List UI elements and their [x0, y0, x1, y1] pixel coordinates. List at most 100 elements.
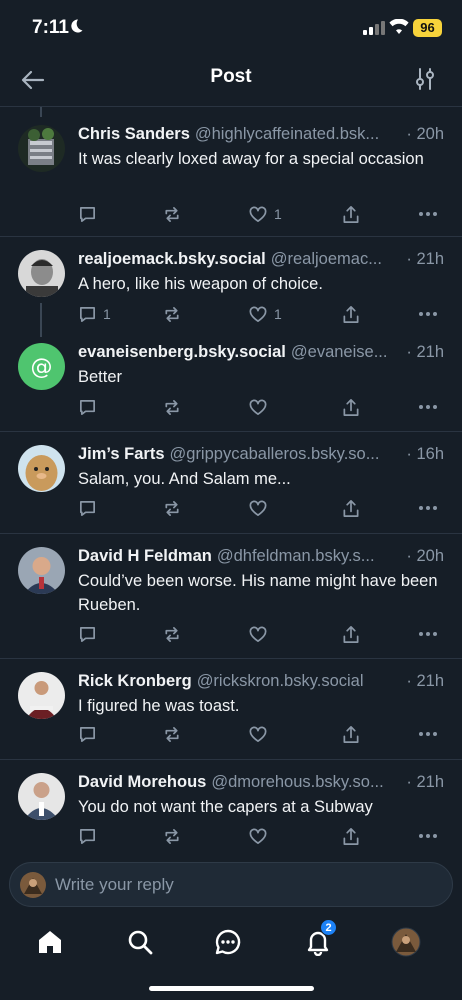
share-button[interactable] — [342, 203, 360, 225]
cellular-signal-icon — [363, 21, 385, 35]
author-name[interactable]: evaneisenberg.bsky.social — [78, 341, 286, 363]
repost-icon — [165, 206, 179, 222]
more-options-button[interactable] — [418, 497, 438, 519]
post-item[interactable]: David Morehous @dmorehous.bsky.so... · 21h… — [0, 760, 462, 860]
share-icon — [343, 625, 359, 643]
author-name[interactable]: David H Feldman — [78, 545, 212, 567]
post-item[interactable]: Rick Kronberg @rickskron.bsky.social · 21h… — [0, 659, 462, 760]
like-button[interactable] — [248, 825, 274, 847]
author-handle[interactable]: @rickskron.bsky.social — [197, 670, 401, 692]
like-button[interactable] — [248, 497, 274, 519]
avatar[interactable] — [18, 773, 65, 820]
author-name[interactable]: David Morehous — [78, 771, 206, 793]
repost-button[interactable] — [162, 396, 182, 418]
more-options-button[interactable] — [418, 623, 438, 645]
more-horizontal-icon — [419, 506, 437, 510]
share-button[interactable] — [342, 396, 360, 418]
reply-button[interactable] — [78, 825, 103, 847]
repost-button[interactable] — [162, 497, 182, 519]
avatar[interactable] — [18, 445, 65, 492]
author-name[interactable]: Rick Kronberg — [78, 670, 192, 692]
post-item[interactable]: Chris Sanders @highlycaffeinated.bsk... · … — [0, 107, 462, 237]
comment-icon — [79, 399, 96, 415]
heart-icon — [249, 500, 267, 516]
reply-button[interactable] — [78, 497, 103, 519]
avatar[interactable] — [18, 250, 65, 297]
tab-home[interactable] — [27, 922, 73, 962]
author-handle[interactable]: @grippycaballeros.bsky.so... — [170, 443, 401, 465]
heart-icon — [249, 399, 267, 415]
heart-icon — [249, 206, 267, 222]
reply-button[interactable] — [78, 396, 103, 418]
author-handle[interactable]: @dhfeldman.bsky.s... — [217, 545, 401, 567]
post-time: · 21h — [406, 773, 444, 791]
share-button[interactable] — [342, 825, 360, 847]
home-indicator — [149, 986, 314, 991]
more-options-button[interactable] — [418, 723, 438, 745]
repost-button[interactable] — [162, 825, 182, 847]
like-button[interactable] — [248, 723, 274, 745]
like-button[interactable] — [248, 623, 274, 645]
post-item[interactable]: @ evaneisenberg.bsky.social @evaneise... ·… — [0, 333, 462, 432]
like-button[interactable]: 1 — [248, 303, 282, 325]
home-icon — [39, 931, 61, 953]
repost-button[interactable] — [162, 203, 182, 225]
repost-button[interactable] — [162, 623, 182, 645]
post-item[interactable]: Jim’s Farts @grippycaballeros.bsky.so... ·… — [0, 432, 462, 534]
more-options-button[interactable] — [418, 203, 438, 225]
post-item[interactable]: David H Feldman @dhfeldman.bsky.s... · 20h… — [0, 534, 462, 659]
post-actions — [78, 825, 444, 847]
share-button[interactable] — [342, 303, 360, 325]
post-text: It was clearly loxed away for a special … — [78, 150, 424, 168]
tab-profile[interactable] — [383, 922, 429, 962]
reply-button[interactable] — [78, 623, 103, 645]
like-button[interactable] — [248, 396, 274, 418]
avatar[interactable] — [18, 547, 65, 594]
more-options-button[interactable] — [418, 303, 438, 325]
author-handle[interactable]: @evaneise... — [291, 341, 401, 363]
post-text: Salam, you. And Salam me... — [78, 470, 291, 488]
thread-settings-button[interactable] — [412, 66, 438, 92]
avatar — [391, 927, 421, 957]
like-count: 1 — [274, 206, 282, 222]
avatar[interactable] — [18, 672, 65, 719]
author-handle[interactable]: @realjoemac... — [271, 248, 401, 270]
share-button[interactable] — [342, 723, 360, 745]
reply-composer[interactable]: Write your reply — [9, 862, 453, 907]
author-name[interactable]: Jim’s Farts — [78, 443, 165, 465]
author-name[interactable]: realjoemack.bsky.social — [78, 248, 266, 270]
status-time: 7:11 — [32, 17, 69, 38]
reply-button[interactable] — [78, 203, 103, 225]
avatar[interactable] — [18, 125, 65, 172]
post-text: I figured he was toast. — [78, 697, 240, 715]
avatar[interactable]: @ — [18, 343, 65, 390]
comment-icon — [79, 726, 96, 742]
more-options-button[interactable] — [418, 825, 438, 847]
author-name[interactable]: Chris Sanders — [78, 123, 190, 145]
share-button[interactable] — [342, 497, 360, 519]
repost-button[interactable] — [162, 723, 182, 745]
tab-messages[interactable] — [205, 922, 251, 962]
post-time: · 21h — [406, 672, 444, 690]
reply-thread: Chris Sanders @highlycaffeinated.bsk... · … — [0, 107, 462, 860]
repost-button[interactable] — [162, 303, 182, 325]
author-handle[interactable]: @highlycaffeinated.bsk... — [195, 123, 401, 145]
share-icon — [343, 499, 359, 517]
author-handle[interactable]: @dmorehous.bsky.so... — [211, 771, 400, 793]
tab-search[interactable] — [117, 922, 163, 962]
post-text: You do not want the capers at a Subway — [78, 798, 373, 816]
reply-button[interactable] — [78, 723, 103, 745]
tab-notifications[interactable]: 2 — [295, 919, 341, 962]
battery-icon: 96 — [413, 19, 442, 37]
comment-icon — [79, 828, 96, 844]
comment-icon — [79, 206, 96, 222]
share-button[interactable] — [342, 623, 360, 645]
post-text: A hero, like his weapon of choice. — [78, 275, 323, 293]
more-options-button[interactable] — [418, 396, 438, 418]
post-actions — [78, 396, 444, 418]
repost-icon — [165, 828, 179, 844]
reply-button[interactable]: 1 — [78, 303, 111, 325]
post-time: · 16h — [406, 445, 444, 463]
post-item[interactable]: realjoemack.bsky.social @realjoemac... · 2… — [0, 237, 462, 337]
like-button[interactable]: 1 — [248, 203, 282, 225]
